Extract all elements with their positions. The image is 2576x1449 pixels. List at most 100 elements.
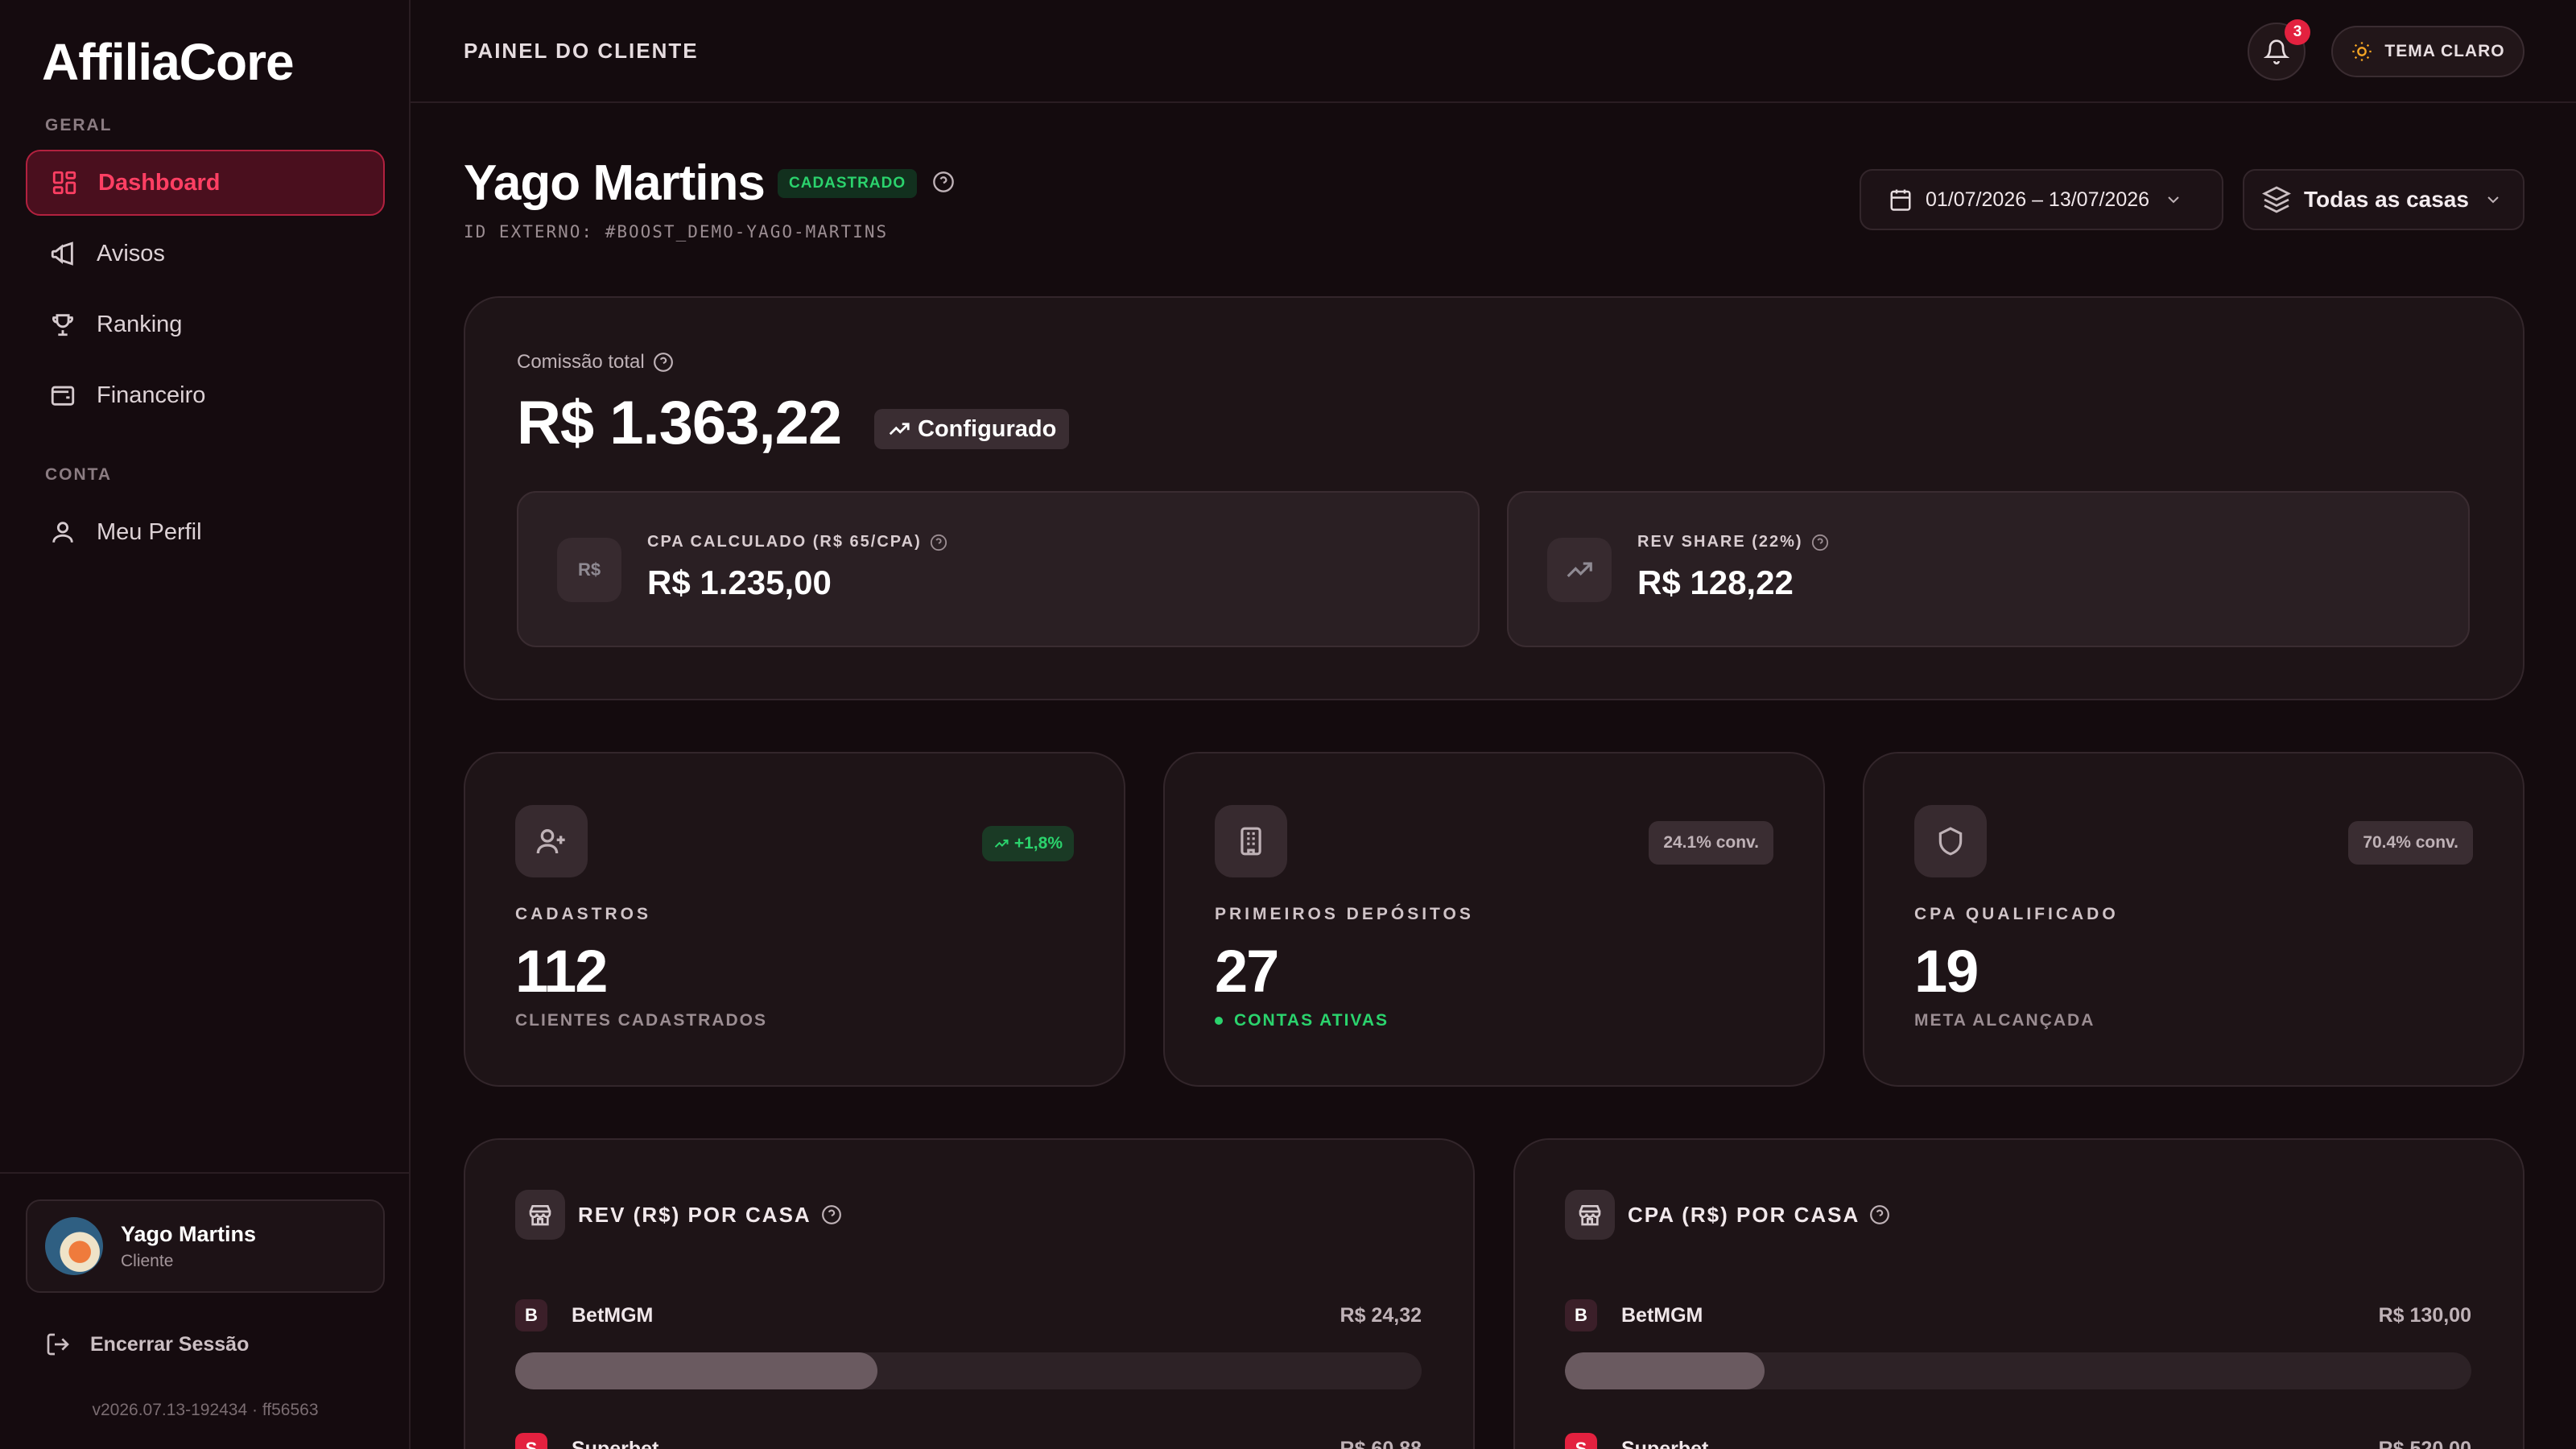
house-name: Superbet	[1621, 1437, 1709, 1449]
rev-share-value: R$ 128,22	[1637, 564, 1794, 601]
commission-total-value: R$ 1.363,22	[517, 389, 842, 457]
help-icon[interactable]	[821, 1204, 842, 1225]
stat-card-primeiros-depositos: 24.1% conv. PRIMEIROS DEPÓSITOS 27 CONTA…	[1163, 752, 1825, 1087]
sidebar: AffiliaCore GERAL Dashboard Avisos Ranki…	[0, 0, 411, 1449]
stat-card-cadastros: +1,8% CADASTROS 112 CLIENTES CADASTRADOS	[464, 752, 1125, 1087]
wallet-icon	[47, 379, 79, 411]
progress-bar	[1565, 1352, 2471, 1389]
cpa-value: R$ 1.235,00	[647, 564, 832, 601]
building-icon	[1215, 805, 1287, 877]
dashboard-icon	[48, 167, 80, 199]
trophy-icon	[47, 308, 79, 341]
client-name-title: Yago Martins	[464, 155, 766, 211]
stat-value: 112	[515, 938, 608, 1005]
rev-share-label-text: REV SHARE (22%)	[1637, 533, 1803, 551]
betmgm-logo: B	[515, 1299, 547, 1331]
status-badge: CADASTRADO	[778, 169, 918, 198]
sidebar-item-label: Avisos	[97, 240, 165, 266]
logout-icon	[45, 1331, 71, 1357]
trending-up-icon	[887, 417, 911, 441]
configured-badge-label: Configurado	[918, 415, 1057, 442]
card-title-text: CPA (R$) POR CASA	[1628, 1202, 1860, 1227]
logout-button[interactable]: Encerrar Sessão	[45, 1331, 249, 1357]
card-title: CPA (R$) POR CASA	[1565, 1190, 1890, 1240]
sun-icon	[2351, 40, 2373, 63]
cpa-by-house-card: CPA (R$) POR CASA B BetMGM R$ 130,00 S S…	[1513, 1138, 2524, 1449]
page-section-title: PAINEL DO CLIENTE	[464, 39, 699, 63]
help-icon[interactable]	[932, 171, 955, 193]
stat-footnote: CONTAS ATIVAS	[1215, 1011, 1389, 1030]
calendar-icon	[1889, 188, 1913, 212]
progress-bar	[515, 1352, 1422, 1389]
stat-label: CPA QUALIFICADO	[1914, 905, 2119, 923]
rev-share-label: REV SHARE (22%)	[1637, 533, 1829, 551]
theme-toggle-button[interactable]: TEMA CLARO	[2331, 26, 2524, 77]
date-range-picker[interactable]: 01/07/2026 – 13/07/2026	[1860, 169, 2223, 230]
sidebar-item-dashboard[interactable]: Dashboard	[26, 150, 385, 216]
stat-footnote-text: CONTAS ATIVAS	[1234, 1011, 1389, 1030]
sidebar-divider	[0, 1172, 409, 1174]
store-icon	[1565, 1190, 1615, 1240]
commission-label-text: Comissão total	[517, 351, 645, 373]
user-role: Cliente	[121, 1251, 174, 1270]
section-label-general: GERAL	[45, 116, 113, 134]
help-icon[interactable]	[653, 352, 674, 373]
house-name: BetMGM	[1621, 1303, 1703, 1327]
stat-value: 19	[1914, 938, 1979, 1005]
sidebar-item-label: Ranking	[97, 311, 183, 337]
superbet-logo: S	[1565, 1433, 1597, 1449]
card-title-text: REV (R$) POR CASA	[578, 1202, 811, 1227]
superbet-logo: S	[515, 1433, 547, 1449]
configured-badge: Configurado	[874, 409, 1070, 449]
progress-bar-fill	[515, 1352, 878, 1389]
house-filter-select[interactable]: Todas as casas	[2243, 169, 2524, 230]
megaphone-icon	[47, 237, 79, 270]
betmgm-logo: B	[1565, 1299, 1597, 1331]
house-name: BetMGM	[572, 1303, 654, 1327]
conversion-badge: 24.1% conv.	[1649, 821, 1773, 865]
stat-value: 27	[1215, 938, 1279, 1005]
help-icon[interactable]	[930, 534, 947, 551]
sidebar-item-label: Financeiro	[97, 382, 206, 408]
currency-icon: R$	[557, 538, 621, 602]
sidebar-item-meu-perfil[interactable]: Meu Perfil	[26, 499, 385, 565]
help-icon[interactable]	[1869, 1204, 1890, 1225]
house-value: R$ 520,00	[2378, 1437, 2471, 1449]
growth-badge-value: +1,8%	[1013, 834, 1063, 852]
sidebar-item-ranking[interactable]: Ranking	[26, 291, 385, 357]
house-value: R$ 60,88	[1340, 1437, 1422, 1449]
house-name: Superbet	[572, 1437, 659, 1449]
stat-label: CADASTROS	[515, 905, 652, 923]
list-item: S Superbet R$ 60,88	[515, 1430, 1422, 1449]
app-version: v2026.07.13-192434 · ff56563	[92, 1401, 319, 1419]
notifications-button[interactable]: 3	[2248, 19, 2310, 80]
list-item: B BetMGM R$ 24,32	[515, 1296, 1422, 1389]
shield-icon	[1914, 805, 1987, 877]
trending-up-icon	[993, 836, 1009, 852]
progress-bar-fill	[1565, 1352, 1765, 1389]
bell-icon	[2264, 39, 2289, 64]
house-filter-value: Todas as casas	[2304, 187, 2469, 212]
help-icon[interactable]	[1811, 534, 1829, 551]
stat-footnote: CLIENTES CADASTRADOS	[515, 1011, 768, 1030]
list-item: B BetMGM R$ 130,00	[1565, 1296, 2471, 1389]
list-item: S Superbet R$ 520,00	[1565, 1430, 2471, 1449]
sidebar-item-financeiro[interactable]: Financeiro	[26, 362, 385, 428]
user-plus-icon	[515, 805, 588, 877]
app-logo[interactable]: AffiliaCore	[42, 32, 295, 92]
stat-card-cpa-qualificado: 70.4% conv. CPA QUALIFICADO 19 META ALCA…	[1863, 752, 2524, 1087]
status-dot	[1215, 1017, 1223, 1025]
cpa-label-text: CPA CALCULADO (R$ 65/CPA)	[647, 533, 922, 551]
chevron-down-icon	[2164, 190, 2183, 209]
house-value: R$ 130,00	[2378, 1303, 2471, 1327]
notification-count-badge: 3	[2285, 19, 2310, 45]
user-card[interactable]: Yago Martins Cliente	[26, 1199, 385, 1293]
stat-footnote: META ALCANÇADA	[1914, 1011, 2095, 1030]
trending-up-icon	[1547, 538, 1612, 602]
card-title: REV (R$) POR CASA	[515, 1190, 842, 1240]
section-label-account: CONTA	[45, 465, 113, 484]
sidebar-item-avisos[interactable]: Avisos	[26, 221, 385, 287]
rev-by-house-card: REV (R$) POR CASA B BetMGM R$ 24,32 S Su…	[464, 1138, 1475, 1449]
avatar	[45, 1217, 103, 1275]
user-icon	[47, 516, 79, 548]
